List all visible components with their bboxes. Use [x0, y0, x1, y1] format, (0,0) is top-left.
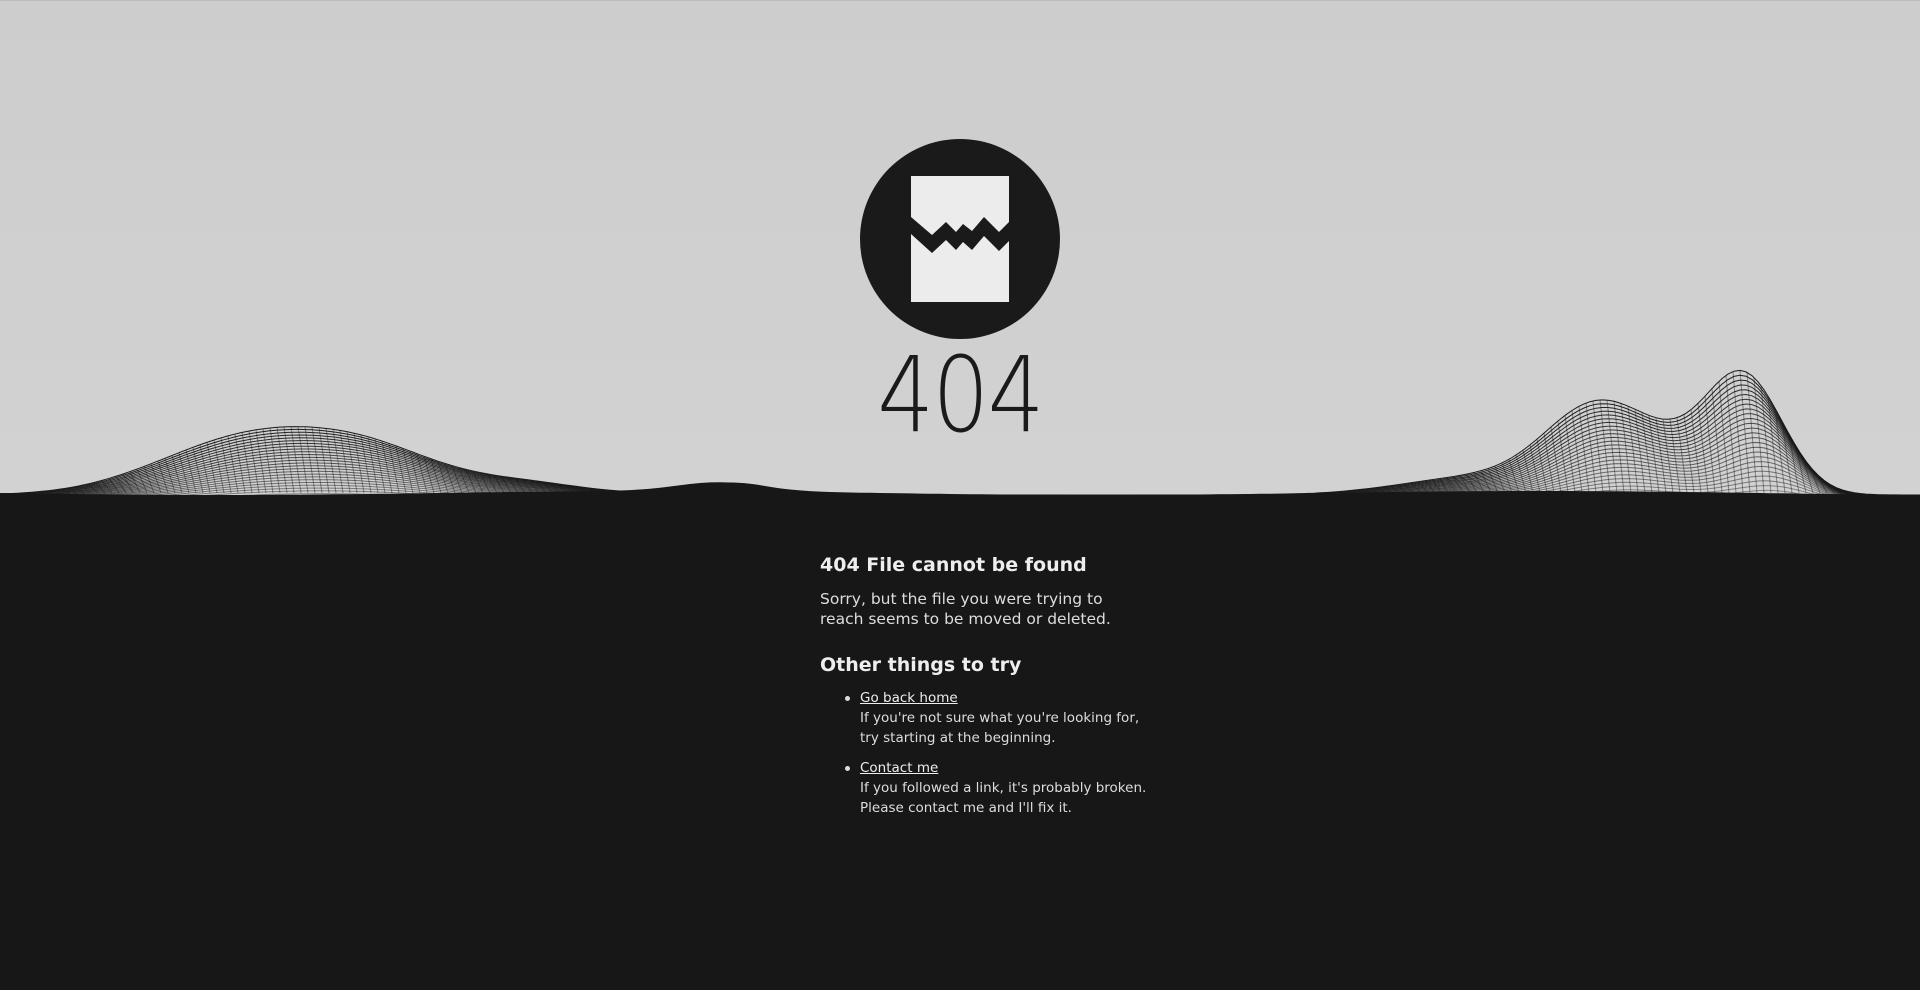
list-item: Contact me If you followed a link, it's …: [845, 758, 1150, 818]
suggestions-title: Other things to try: [820, 654, 1022, 676]
bullet-icon: [845, 766, 850, 771]
option-hint-line: try starting at the beginning.: [860, 730, 1056, 746]
broken-page-icon: [911, 176, 1009, 302]
contact-me-link[interactable]: Contact me: [860, 760, 938, 776]
suggestions-list: Go back home If you're not sure what you…: [820, 688, 1150, 818]
error-title: 404 File cannot be found: [820, 554, 1087, 576]
option-hint-line: Please contact me and I'll fix it.: [860, 800, 1072, 816]
option-hint-line: If you're not sure what you're looking f…: [860, 710, 1140, 726]
error-code-display: 404: [877, 334, 1044, 456]
broken-page-logo: [860, 139, 1060, 339]
option-hint-line: If you followed a link, it's probably br…: [860, 780, 1147, 796]
error-description: Sorry, but the file you were trying to r…: [820, 590, 1111, 628]
bullet-icon: [845, 696, 850, 701]
error-content: 404 File cannot be found Sorry, but the …: [820, 550, 1150, 828]
list-item: Go back home If you're not sure what you…: [845, 688, 1150, 748]
go-back-home-link[interactable]: Go back home: [860, 690, 958, 706]
